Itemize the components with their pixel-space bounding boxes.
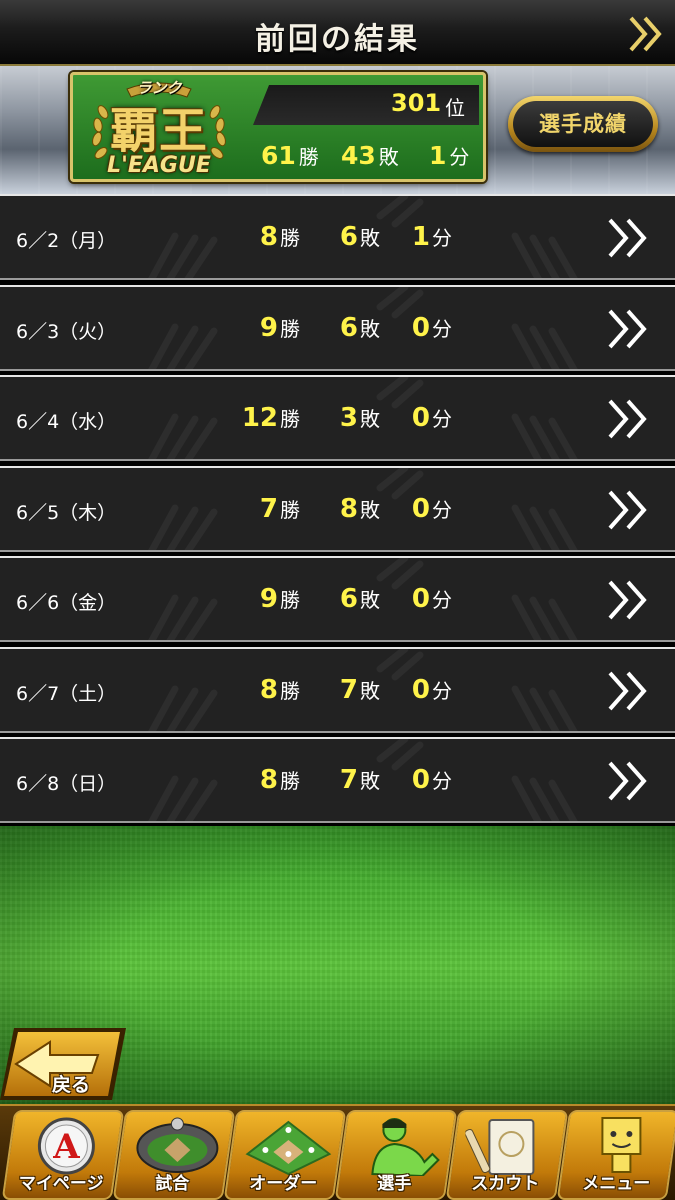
league-title: 覇王 <box>109 103 208 159</box>
daily-result-row[interactable]: 6／5（木） 7 勝 8 敗 0 分 <box>0 466 675 552</box>
player-stats-button-label: 選手成績 <box>513 101 653 147</box>
double-chevron-right-icon[interactable] <box>606 488 654 532</box>
nav-label: スカウト <box>471 1174 540 1194</box>
double-chevron-right-icon[interactable] <box>606 578 654 622</box>
row-draws: 0分 <box>411 403 452 433</box>
menu-character-icon <box>601 1117 642 1173</box>
row-date: 6／7（土） <box>16 683 117 705</box>
row-wins: 9勝 <box>259 313 300 343</box>
player-icon <box>371 1118 440 1176</box>
back-button[interactable]: 戻る <box>0 1028 126 1100</box>
double-chevron-right-icon[interactable] <box>606 669 654 713</box>
double-chevron-right-icon[interactable] <box>606 397 654 441</box>
header-bar: 前回の結果 <box>0 0 675 66</box>
double-chevron-right-icon[interactable] <box>606 759 654 803</box>
nav-menu[interactable]: メニュー <box>556 1110 675 1200</box>
stadium-icon <box>136 1117 219 1173</box>
row-wins: 12 勝 <box>241 403 300 433</box>
row-losses: 8敗 <box>339 494 380 524</box>
row-date: 6／3（火） <box>16 321 117 343</box>
bottom-navigation: A マイページ 試合 オーダー 選手 スカウト メニュー <box>0 1104 675 1200</box>
row-losses: 6敗 <box>339 222 380 252</box>
mypage-icon: A <box>37 1117 95 1175</box>
daily-result-row[interactable]: 6／8（日） 8 勝 7 敗 0 分 <box>0 737 675 823</box>
row-wins: 7勝 <box>259 494 300 524</box>
rank-unit: 位 <box>445 96 465 120</box>
row-draws: 0分 <box>411 675 452 705</box>
row-draws: 1分 <box>411 222 452 252</box>
page-title: 前回の結果 <box>255 22 420 57</box>
row-date: 6／2（月） <box>16 230 117 252</box>
row-losses: 3敗 <box>339 403 380 433</box>
nav-mypage[interactable]: A マイページ <box>1 1110 125 1200</box>
player-stats-button[interactable]: 選手成績 <box>508 96 658 152</box>
row-draws: 0分 <box>411 494 452 524</box>
row-draws: 0分 <box>411 313 452 343</box>
rank-summary-section: ランク 覇王 L'EAGUE 301 位 61 勝 43 敗 1分 選手成績 <box>0 66 675 194</box>
row-losses: 7敗 <box>339 765 380 795</box>
svg-text:A: A <box>52 1127 80 1167</box>
rank-summary-box: ランク 覇王 L'EAGUE 301 位 61 勝 43 敗 1分 <box>70 72 486 182</box>
total-losses: 43 敗 <box>341 141 399 170</box>
row-losses: 6敗 <box>339 584 380 614</box>
nav-order[interactable]: オーダー <box>223 1110 347 1200</box>
row-wins: 8勝 <box>259 222 300 252</box>
row-date: 6／6（金） <box>16 592 117 614</box>
daily-result-row[interactable]: 6／2（月） 8 勝 6 敗 1 分 <box>0 194 675 280</box>
daily-result-row[interactable]: 6／7（土） 8 勝 7 敗 0 分 <box>0 647 675 733</box>
nav-label: メニュー <box>582 1174 651 1194</box>
nav-label: 試合 <box>155 1174 190 1194</box>
nav-label: マイページ <box>18 1174 104 1194</box>
row-wins: 8勝 <box>259 765 300 795</box>
daily-result-row[interactable]: 6／3（火） 9 勝 6 敗 0 分 <box>0 285 675 371</box>
order-field-icon <box>245 1120 332 1176</box>
double-chevron-right-icon[interactable] <box>606 307 654 351</box>
double-chevron-right-icon[interactable] <box>627 14 667 54</box>
scout-card-icon <box>465 1119 535 1175</box>
row-draws: 0分 <box>411 584 452 614</box>
nav-players[interactable]: 選手 <box>334 1110 458 1200</box>
total-draws: 1分 <box>429 141 470 170</box>
rank-number: 301 <box>391 89 442 117</box>
row-date: 6／5（木） <box>16 502 117 524</box>
nav-game[interactable]: 試合 <box>112 1110 236 1200</box>
row-losses: 7敗 <box>339 675 380 705</box>
nav-label: オーダー <box>249 1174 318 1194</box>
total-wins: 61 勝 <box>261 141 319 170</box>
league-emblem: ランク 覇王 L'EAGUE <box>87 75 231 183</box>
nav-label: 選手 <box>377 1174 412 1194</box>
row-wins: 8勝 <box>259 675 300 705</box>
back-button-label: 戻る <box>52 1074 91 1096</box>
daily-result-row[interactable]: 6／4（水） 12 勝 3 敗 0 分 <box>0 375 675 461</box>
row-date: 6／4（水） <box>16 411 117 433</box>
nav-scout[interactable]: スカウト <box>445 1110 569 1200</box>
row-wins: 9勝 <box>259 584 300 614</box>
row-date: 6／8（日） <box>16 773 117 795</box>
row-draws: 0分 <box>411 765 452 795</box>
double-chevron-right-icon[interactable] <box>606 216 654 260</box>
row-losses: 6敗 <box>339 313 380 343</box>
league-subtitle: L'EAGUE <box>107 153 211 178</box>
daily-result-row[interactable]: 6／6（金） 9 勝 6 敗 0 分 <box>0 556 675 642</box>
